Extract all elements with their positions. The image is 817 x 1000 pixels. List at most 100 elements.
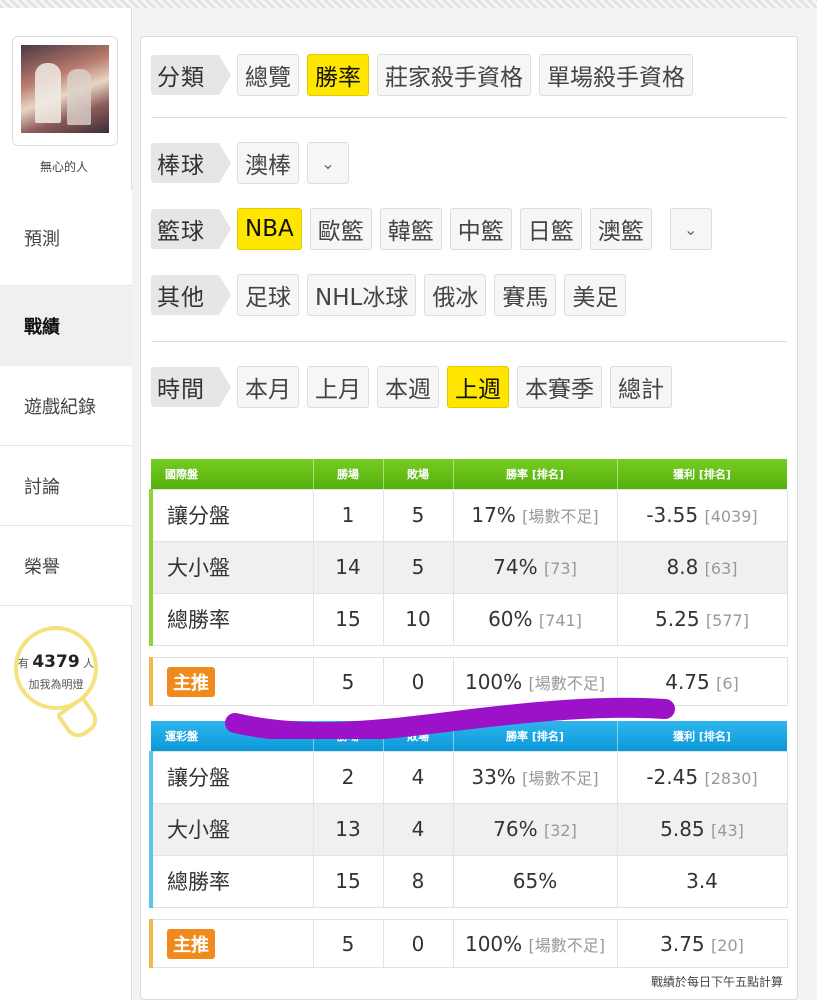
baseball-filter: 棒球 澳棒 ⌄ [151, 141, 349, 185]
category-label: 分類 [151, 55, 231, 95]
time-last-week[interactable]: 上週 [447, 366, 509, 408]
time-label: 時間 [151, 367, 231, 407]
basketball-australia[interactable]: 澳籃 [589, 208, 652, 250]
featured-row: 主推 5 0 100% [場數不足] 3.75 [20] [149, 919, 788, 968]
row-rate: 17% [場數不足] [452, 488, 618, 542]
divider [151, 341, 787, 342]
row-loss: 5 [382, 488, 454, 542]
username[interactable]: 無心的人 [0, 158, 128, 175]
row-profit: -2.45 [2830] [616, 750, 788, 804]
basketball-expand-button[interactable]: ⌄ [669, 208, 712, 250]
featured-profit: 3.75 [20] [616, 919, 788, 968]
time-this-month[interactable]: 本月 [237, 366, 299, 408]
row-win: 1 [312, 488, 384, 542]
basketball-china[interactable]: 中籃 [449, 208, 512, 250]
row-type: 總勝率 [149, 592, 314, 646]
chevron-down-icon: ⌄ [321, 153, 335, 173]
row-loss: 4 [382, 750, 454, 804]
other-filter: 其他 足球 NHL冰球 俄冰 賽馬 美足 [151, 273, 627, 317]
row-rate: 65% [452, 854, 618, 908]
basketball-korea[interactable]: 韓籃 [379, 208, 442, 250]
row-loss: 8 [382, 854, 454, 908]
basketball-label: 籃球 [151, 209, 231, 249]
other-soccer[interactable]: 足球 [237, 274, 299, 316]
table-row: 大小盤 14 5 74% [73] 8.8 [63] [149, 540, 788, 594]
featured-rate: 100% [場數不足] [452, 919, 618, 968]
sidebar: 無心的人 預測 戰績 遊戲紀錄 討論 榮譽 有 4379 人 加我為明燈 [0, 8, 132, 1000]
row-type: 總勝率 [149, 854, 314, 908]
basketball-japan[interactable]: 日籃 [519, 208, 582, 250]
baseball-abl[interactable]: 澳棒 [237, 142, 299, 184]
other-american-football[interactable]: 美足 [564, 274, 627, 316]
row-win: 15 [312, 854, 384, 908]
baseball-expand-button[interactable]: ⌄ [307, 142, 349, 184]
row-profit: 3.4 [616, 854, 788, 908]
row-loss: 5 [382, 540, 454, 594]
category-overview[interactable]: 總覽 [237, 54, 299, 96]
row-rate: 74% [73] [452, 540, 618, 594]
row-win: 15 [312, 592, 384, 646]
table-row: 大小盤 13 4 76% [32] 5.85 [43] [149, 802, 788, 856]
table-row: 總勝率 15 10 60% [741] 5.25 [577] [149, 592, 788, 646]
other-horse-racing[interactable]: 賽馬 [494, 274, 557, 316]
fan-count: 有 4379 人 [17, 652, 95, 672]
nav-honor[interactable]: 榮譽 [0, 526, 132, 606]
featured-badge: 主推 [167, 928, 215, 959]
baseball-label: 棒球 [151, 143, 231, 183]
other-label: 其他 [151, 275, 231, 315]
header-rate: 勝率 [排名] [453, 459, 618, 489]
other-nhl[interactable]: NHL冰球 [307, 274, 417, 316]
time-last-month[interactable]: 上月 [307, 366, 369, 408]
avatar-frame[interactable] [12, 36, 118, 146]
lottery-featured-table: 主推 5 0 100% [場數不足] 3.75 [20] [149, 919, 788, 968]
time-total[interactable]: 總計 [610, 366, 672, 408]
featured-badge: 主推 [167, 666, 215, 697]
time-this-season[interactable]: 本賽季 [517, 366, 602, 408]
nav-record[interactable]: 戰績 [0, 286, 132, 366]
divider [151, 117, 787, 118]
footnote: 戰績於每日下午五點計算 [650, 975, 783, 989]
row-type: 大小盤 [149, 540, 314, 594]
table-row: 總勝率 15 8 65% 3.4 [149, 854, 788, 908]
page: 無心的人 預測 戰績 遊戲紀錄 討論 榮譽 有 4379 人 加我為明燈 分類 … [0, 8, 817, 1000]
category-single-killer[interactable]: 單場殺手資格 [539, 54, 693, 96]
nav-game-history[interactable]: 遊戲紀錄 [0, 366, 132, 446]
featured-win: 5 [312, 919, 384, 968]
row-rate: 76% [32] [452, 802, 618, 856]
other-khl[interactable]: 俄冰 [424, 274, 487, 316]
row-loss: 10 [382, 592, 454, 646]
row-profit: 5.25 [577] [616, 592, 788, 646]
row-type: 讓分盤 [149, 488, 314, 542]
basketball-nba[interactable]: NBA [237, 208, 302, 250]
table-row: 讓分盤 2 4 33% [場數不足] -2.45 [2830] [149, 750, 788, 804]
row-loss: 4 [382, 802, 454, 856]
row-win: 13 [312, 802, 384, 856]
follow-bulb[interactable]: 有 4379 人 加我為明燈 [10, 626, 103, 743]
avatar[interactable] [21, 45, 109, 133]
main-panel: 分類 總覽 勝率 莊家殺手資格 單場殺手資格 棒球 澳棒 ⌄ 籃球 NBA 歐籃… [140, 36, 798, 1000]
row-type: 讓分盤 [149, 750, 314, 804]
follow-cta[interactable]: 加我為明燈 [14, 676, 98, 692]
category-filter: 分類 總覽 勝率 莊家殺手資格 單場殺手資格 [151, 53, 693, 97]
row-win: 14 [312, 540, 384, 594]
featured-loss: 0 [382, 919, 454, 968]
table-row: 讓分盤 1 5 17% [場數不足] -3.55 [4039] [149, 488, 788, 542]
category-winrate[interactable]: 勝率 [307, 54, 369, 96]
row-type: 大小盤 [149, 802, 314, 856]
time-this-week[interactable]: 本週 [377, 366, 439, 408]
top-border [0, 0, 817, 8]
table-header: 國際盤 勝場 敗場 勝率 [排名] 獲利 [排名] [151, 459, 788, 489]
basketball-filter: 籃球 NBA 歐籃 韓籃 中籃 日籃 澳籃 ⌄ [151, 207, 712, 251]
category-banker-killer[interactable]: 莊家殺手資格 [377, 54, 531, 96]
row-profit: -3.55 [4039] [616, 488, 788, 542]
row-win: 2 [312, 750, 384, 804]
basketball-euro[interactable]: 歐籃 [309, 208, 372, 250]
header-loss: 敗場 [383, 459, 454, 489]
featured-label: 主推 [149, 919, 314, 968]
row-rate: 33% [場數不足] [452, 750, 618, 804]
international-table: 國際盤 勝場 敗場 勝率 [排名] 獲利 [排名] 讓分盤 1 5 17% [場… [149, 459, 788, 646]
nav-predict[interactable]: 預測 [0, 190, 132, 286]
header-win: 勝場 [313, 459, 384, 489]
lottery-table: 運彩盤 勝場 敗場 勝率 [排名] 獲利 [排名] 讓分盤 2 4 33% [場… [149, 721, 788, 908]
nav-discussion[interactable]: 討論 [0, 446, 132, 526]
